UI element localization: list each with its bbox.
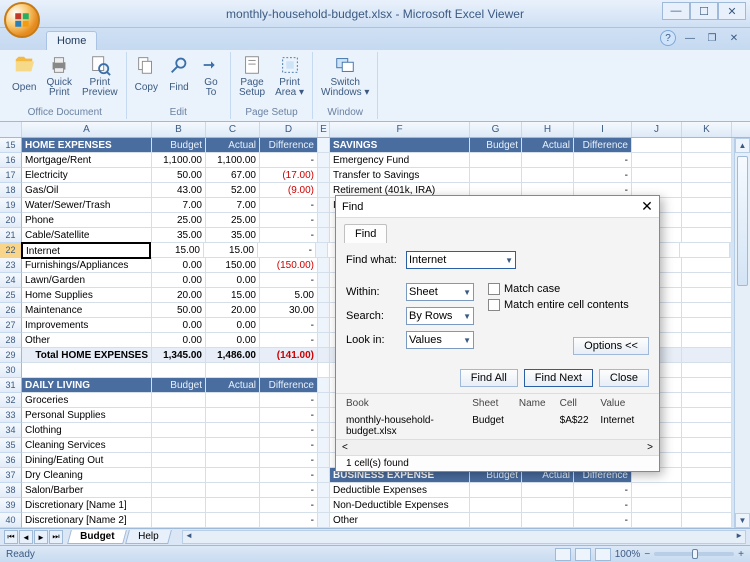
minimize-button[interactable]: —: [662, 2, 690, 20]
chevron-down-icon[interactable]: ▼: [501, 256, 513, 265]
find-tab[interactable]: Find: [344, 224, 387, 243]
group-window: Window: [317, 107, 373, 119]
find-what-label: Find what:: [346, 254, 402, 266]
office-button[interactable]: [4, 2, 40, 38]
sheet-nav-next-icon[interactable]: ►: [34, 530, 48, 544]
status-ready: Ready: [6, 549, 35, 560]
print-preview-button[interactable]: Print Preview: [78, 52, 122, 100]
view-layout-icon[interactable]: [575, 548, 591, 561]
restore-window-icon[interactable]: ❐: [704, 30, 720, 46]
find-close-button[interactable]: Close: [599, 369, 649, 387]
find-what-input[interactable]: Internet▼: [406, 251, 516, 269]
col-A[interactable]: A: [22, 122, 152, 137]
col-E[interactable]: E: [318, 122, 330, 137]
view-normal-icon[interactable]: [555, 548, 571, 561]
print-area-button[interactable]: Print Area ▾: [271, 52, 308, 100]
open-button[interactable]: Open: [8, 52, 40, 100]
vertical-scrollbar[interactable]: ▲ ▼: [734, 138, 750, 528]
search-select[interactable]: By Rows▼: [406, 307, 474, 325]
results-row[interactable]: monthly-household-budget.xlsxBudget$A$22…: [336, 413, 659, 439]
find-next-button[interactable]: Find Next: [524, 369, 593, 387]
column-headers: A B C D E F G H I J K: [0, 122, 750, 138]
sheet-tab-help[interactable]: Help: [126, 530, 172, 544]
ribbon-tabs: Home ? — ❐ ✕: [0, 28, 750, 50]
scroll-down-icon[interactable]: ▼: [735, 513, 750, 528]
help-icon[interactable]: ?: [660, 30, 676, 46]
maximize-button[interactable]: ☐: [690, 2, 718, 20]
quick-print-button[interactable]: Quick Print: [42, 52, 76, 100]
lookin-select[interactable]: Values▼: [406, 331, 474, 349]
col-D[interactable]: D: [260, 122, 318, 137]
goto-button[interactable]: Go To: [196, 52, 226, 100]
col-C[interactable]: C: [206, 122, 260, 137]
zoom-level: 100%: [615, 549, 641, 560]
results-header: BookSheetNameCellValue: [336, 393, 659, 413]
find-dialog-title: Find ✕: [336, 196, 659, 218]
close-button[interactable]: ✕: [718, 2, 746, 20]
col-G[interactable]: G: [470, 122, 522, 137]
page-setup-button[interactable]: Page Setup: [235, 52, 269, 100]
copy-button[interactable]: Copy: [131, 52, 162, 100]
tab-home[interactable]: Home: [46, 31, 97, 50]
sheet-nav-first-icon[interactable]: ⏮: [4, 530, 18, 544]
scroll-thumb[interactable]: [737, 156, 748, 286]
col-K[interactable]: K: [682, 122, 732, 137]
view-break-icon[interactable]: [595, 548, 611, 561]
group-office-document: Office Document: [8, 107, 122, 119]
zoom-out-icon[interactable]: −: [644, 549, 650, 560]
col-J[interactable]: J: [632, 122, 682, 137]
zoom-in-icon[interactable]: +: [738, 549, 744, 560]
match-entire-checkbox[interactable]: Match entire cell contents: [488, 299, 649, 311]
col-F[interactable]: F: [330, 122, 470, 137]
titlebar: monthly-household-budget.xlsx - Microsof…: [0, 0, 750, 28]
sheet-tab-budget[interactable]: Budget: [67, 530, 127, 544]
match-case-checkbox[interactable]: Match case: [488, 283, 649, 295]
switch-windows-button[interactable]: Switch Windows ▾: [317, 52, 373, 100]
sheet-tab-strip: ⏮ ◄ ► ⏭ Budget Help: [0, 528, 750, 545]
horizontal-scrollbar[interactable]: [182, 530, 746, 544]
zoom-slider[interactable]: [654, 552, 734, 556]
scroll-up-icon[interactable]: ▲: [735, 138, 750, 153]
group-edit: Edit: [131, 107, 226, 119]
sheet-nav-prev-icon[interactable]: ◄: [19, 530, 33, 544]
find-close-icon[interactable]: ✕: [639, 199, 655, 215]
found-count: 1 cell(s) found: [336, 455, 659, 471]
col-B[interactable]: B: [152, 122, 206, 137]
group-page-setup: Page Setup: [235, 107, 308, 119]
lookin-label: Look in:: [346, 334, 402, 346]
options-button[interactable]: Options <<: [573, 337, 649, 355]
find-all-button[interactable]: Find All: [460, 369, 518, 387]
window-title: monthly-household-budget.xlsx - Microsof…: [226, 7, 524, 21]
search-label: Search:: [346, 310, 402, 322]
within-select[interactable]: Sheet▼: [406, 283, 474, 301]
col-I[interactable]: I: [574, 122, 632, 137]
find-dialog: Find ✕ Find Find what: Internet▼ Within:…: [335, 195, 660, 472]
within-label: Within:: [346, 286, 402, 298]
sheet-nav-last-icon[interactable]: ⏭: [49, 530, 63, 544]
close-workbook-icon[interactable]: ✕: [726, 30, 742, 46]
status-bar: Ready 100% − +: [0, 545, 750, 562]
minimize-ribbon-icon[interactable]: —: [682, 30, 698, 46]
find-button[interactable]: Find: [164, 52, 194, 100]
results-hscroll[interactable]: <>: [336, 439, 659, 455]
ribbon: Open Quick Print Print Preview Office Do…: [0, 50, 750, 122]
col-H[interactable]: H: [522, 122, 574, 137]
